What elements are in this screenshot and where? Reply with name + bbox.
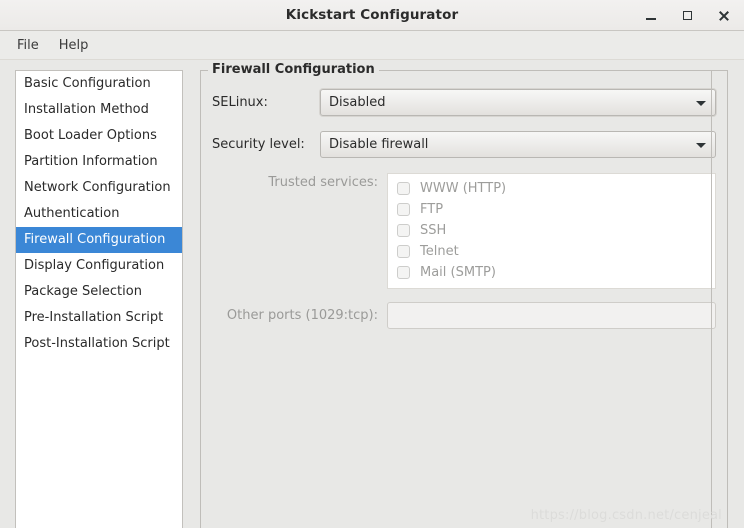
sidebar-item-authentication[interactable]: Authentication [16, 201, 182, 227]
minimize-button[interactable] [638, 3, 664, 27]
sidebar-item-network-configuration[interactable]: Network Configuration [16, 175, 182, 201]
minimize-icon [646, 17, 656, 20]
service-label: Telnet [420, 244, 459, 259]
chevron-down-icon [696, 100, 706, 106]
other-ports-label: Other ports (1029:tcp): [226, 308, 378, 323]
list-item[interactable]: SSH [388, 220, 715, 241]
other-ports-row: Other ports (1029:tcp): [212, 302, 716, 329]
sidebar-item-package-selection[interactable]: Package Selection [16, 279, 182, 305]
service-label: WWW (HTTP) [420, 181, 507, 196]
group-legend: Firewall Configuration [208, 62, 379, 77]
section-list[interactable]: Basic Configuration Installation Method … [15, 70, 183, 528]
menu-item-file[interactable]: File [7, 35, 49, 56]
sidebar-item-firewall-configuration[interactable]: Firewall Configuration [16, 227, 182, 253]
trusted-services-label: Trusted services: [268, 175, 378, 190]
list-item[interactable]: Mail (SMTP) [388, 262, 715, 283]
selinux-value: Disabled [329, 95, 386, 110]
menu-item-help[interactable]: Help [49, 35, 99, 56]
trusted-services-row: Trusted services: WWW (HTTP) FTP SSH Tel… [212, 173, 716, 289]
list-item[interactable]: Telnet [388, 241, 715, 262]
security-level-value: Disable firewall [329, 137, 429, 152]
security-level-dropdown[interactable]: Disable firewall [320, 131, 716, 158]
close-icon [718, 10, 729, 21]
window-controls [638, 0, 736, 30]
service-label: SSH [420, 223, 447, 238]
sidebar-item-display-configuration[interactable]: Display Configuration [16, 253, 182, 279]
security-level-row: Security level: Disable firewall [212, 131, 716, 158]
chevron-down-icon [696, 142, 706, 148]
service-label: Mail (SMTP) [420, 265, 496, 280]
sidebar-item-basic-configuration[interactable]: Basic Configuration [16, 71, 182, 97]
list-item[interactable]: FTP [388, 199, 715, 220]
group-content: SELinux: Disabled Security level: Disabl… [201, 71, 727, 329]
selinux-label: SELinux: [212, 95, 268, 110]
list-item[interactable]: WWW (HTTP) [388, 178, 715, 199]
checkbox-www-http[interactable] [397, 182, 410, 195]
security-level-label: Security level: [212, 137, 305, 152]
window-title: Kickstart Configurator [285, 7, 459, 23]
maximize-icon [682, 10, 692, 20]
maximize-button[interactable] [674, 3, 700, 27]
checkbox-telnet[interactable] [397, 245, 410, 258]
application-window: Kickstart Configurator File Help Basic C… [0, 0, 744, 528]
panel-divider [711, 71, 712, 528]
trusted-services-list[interactable]: WWW (HTTP) FTP SSH Telnet Mail (SMTP) [387, 173, 716, 289]
checkbox-ssh[interactable] [397, 224, 410, 237]
content-area: Basic Configuration Installation Method … [0, 60, 744, 528]
selinux-row: SELinux: Disabled [212, 89, 716, 116]
sidebar-item-installation-method[interactable]: Installation Method [16, 97, 182, 123]
sidebar-item-partition-information[interactable]: Partition Information [16, 149, 182, 175]
sidebar-item-pre-installation-script[interactable]: Pre-Installation Script [16, 305, 182, 331]
selinux-dropdown[interactable]: Disabled [320, 89, 716, 116]
sidebar-item-boot-loader-options[interactable]: Boot Loader Options [16, 123, 182, 149]
checkbox-ftp[interactable] [397, 203, 410, 216]
title-bar: Kickstart Configurator [0, 0, 744, 31]
sidebar-item-post-installation-script[interactable]: Post-Installation Script [16, 331, 182, 357]
close-button[interactable] [710, 3, 736, 27]
firewall-configuration-group: Firewall Configuration SELinux: Disabled… [200, 62, 728, 528]
other-ports-input[interactable] [387, 302, 716, 329]
service-label: FTP [420, 202, 444, 217]
menu-bar: File Help [0, 31, 744, 60]
checkbox-mail-smtp[interactable] [397, 266, 410, 279]
